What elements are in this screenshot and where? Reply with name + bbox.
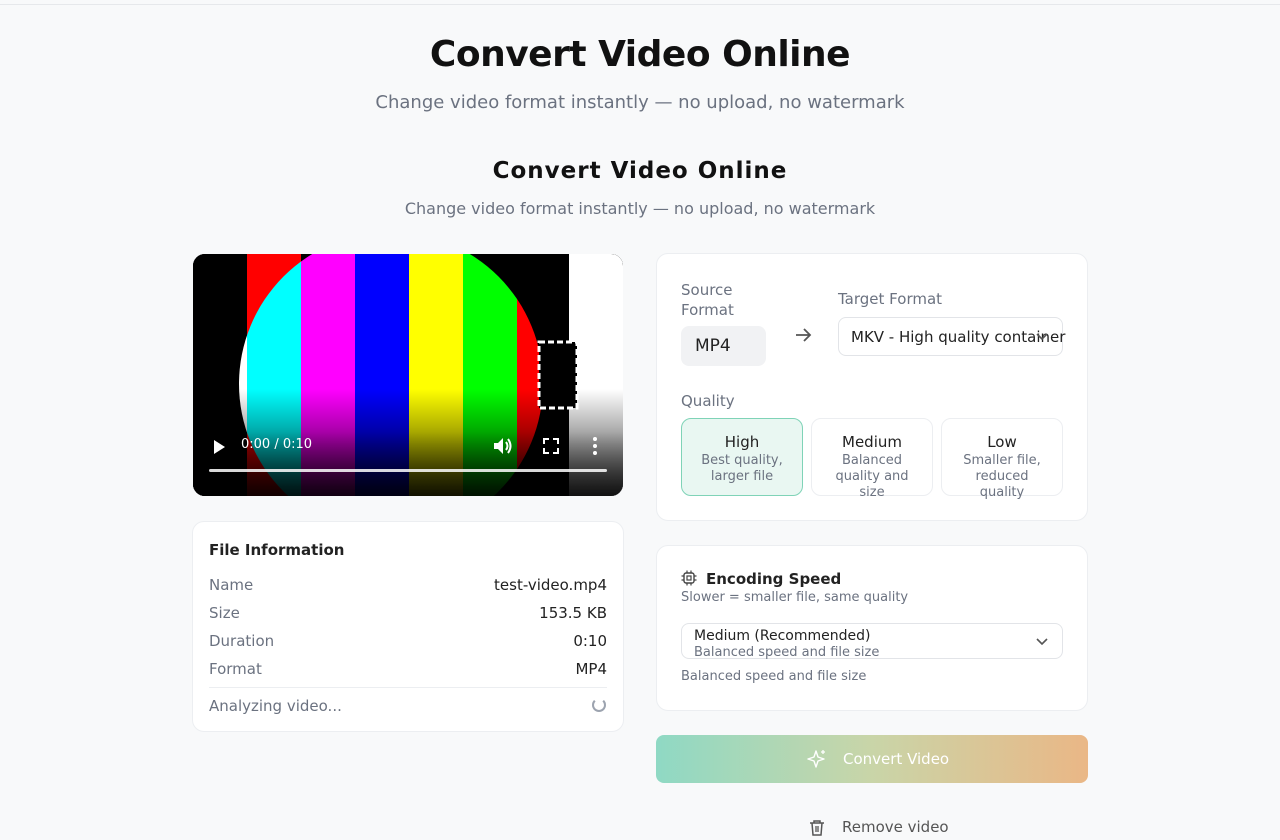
file-info-row: Name test-video.mp4 xyxy=(209,576,607,596)
quality-option-desc: Best quality, larger file xyxy=(701,453,783,484)
file-info-key: Duration xyxy=(209,632,275,650)
progress-track[interactable] xyxy=(209,469,607,472)
page-title: Convert Video Online xyxy=(429,34,851,75)
sparkles-icon xyxy=(807,750,825,768)
encoding-selected: Medium (Recommended) xyxy=(694,628,871,644)
section-title: Convert Video Online xyxy=(492,158,788,184)
player-time: 0:00 / 0:10 xyxy=(241,437,313,452)
file-info-value: test-video.mp4 xyxy=(494,576,607,594)
quality-option-name: Low xyxy=(987,433,1017,451)
arrow-right-icon xyxy=(796,328,812,342)
quality-option-desc: Balanced quality and size xyxy=(835,453,909,500)
volume-icon[interactable] xyxy=(493,437,513,455)
file-info-row: Size 153.5 KB xyxy=(209,604,607,624)
source-format-value: MP4 xyxy=(681,326,766,366)
top-divider xyxy=(0,4,1280,5)
quality-option-name: Medium xyxy=(842,433,902,451)
file-info-card: File Information Name test-video.mp4 Siz… xyxy=(192,521,624,732)
quality-option-low[interactable]: Low Smaller file, reduced quality xyxy=(941,418,1063,500)
trash-icon xyxy=(810,820,824,836)
convert-button-label: Convert Video xyxy=(843,750,950,768)
target-format-select[interactable]: MKV - High quality container xyxy=(838,317,1066,356)
page-subtitle: Change video format instantly — no uploa… xyxy=(375,92,905,113)
remove-video-label: Remove video xyxy=(842,818,949,836)
file-info-title: File Information xyxy=(209,541,345,559)
fullscreen-icon[interactable] xyxy=(543,438,559,454)
quality-option-name: High xyxy=(724,433,760,451)
file-info-key: Size xyxy=(209,604,240,622)
analysis-status: Analyzing video... xyxy=(209,697,342,715)
chevron-down-icon xyxy=(1036,333,1048,341)
file-info-value: MP4 xyxy=(575,660,607,678)
video-player[interactable]: 0:00 / 0:10 xyxy=(193,254,623,496)
source-format-label: Source Format xyxy=(681,281,734,319)
encoding-selected-desc: Balanced speed and file size xyxy=(694,645,880,660)
file-info-key: Name xyxy=(209,576,254,594)
file-info-divider xyxy=(209,687,607,688)
loading-spinner-icon xyxy=(592,698,606,712)
more-options-icon[interactable] xyxy=(591,436,599,456)
encoding-note: Balanced speed and file size xyxy=(681,669,867,684)
quality-option-high[interactable]: High Best quality, larger file xyxy=(681,418,803,496)
encoding-card: Encoding Speed Slower = smaller file, sa… xyxy=(656,545,1088,711)
file-info-value: 0:10 xyxy=(573,632,607,650)
cpu-icon xyxy=(681,570,697,586)
convert-button[interactable]: Convert Video xyxy=(656,735,1088,783)
encoding-title: Encoding Speed xyxy=(706,570,842,588)
encoding-speed-select[interactable]: Medium (Recommended) Balanced speed and … xyxy=(681,623,1063,660)
file-info-row: Format MP4 xyxy=(209,660,607,680)
file-info-key: Format xyxy=(209,660,262,678)
play-icon[interactable] xyxy=(211,439,227,455)
encoding-subtitle: Slower = smaller file, same quality xyxy=(681,590,909,605)
section-subtitle: Change video format instantly — no uploa… xyxy=(404,199,876,218)
player-controls: 0:00 / 0:10 xyxy=(193,432,623,496)
format-card: Source Format MP4 Target Format MKV - Hi… xyxy=(656,253,1088,521)
quality-option-desc: Smaller file, reduced quality xyxy=(963,453,1041,500)
chevron-down-icon xyxy=(1036,638,1048,646)
target-format-label: Target Format xyxy=(838,290,943,308)
target-format-value: MKV - High quality container xyxy=(851,328,1066,346)
quality-option-medium[interactable]: Medium Balanced quality and size xyxy=(811,418,933,500)
file-info-value: 153.5 KB xyxy=(539,604,607,622)
file-info-row: Duration 0:10 xyxy=(209,632,607,652)
quality-label: Quality xyxy=(681,392,735,410)
